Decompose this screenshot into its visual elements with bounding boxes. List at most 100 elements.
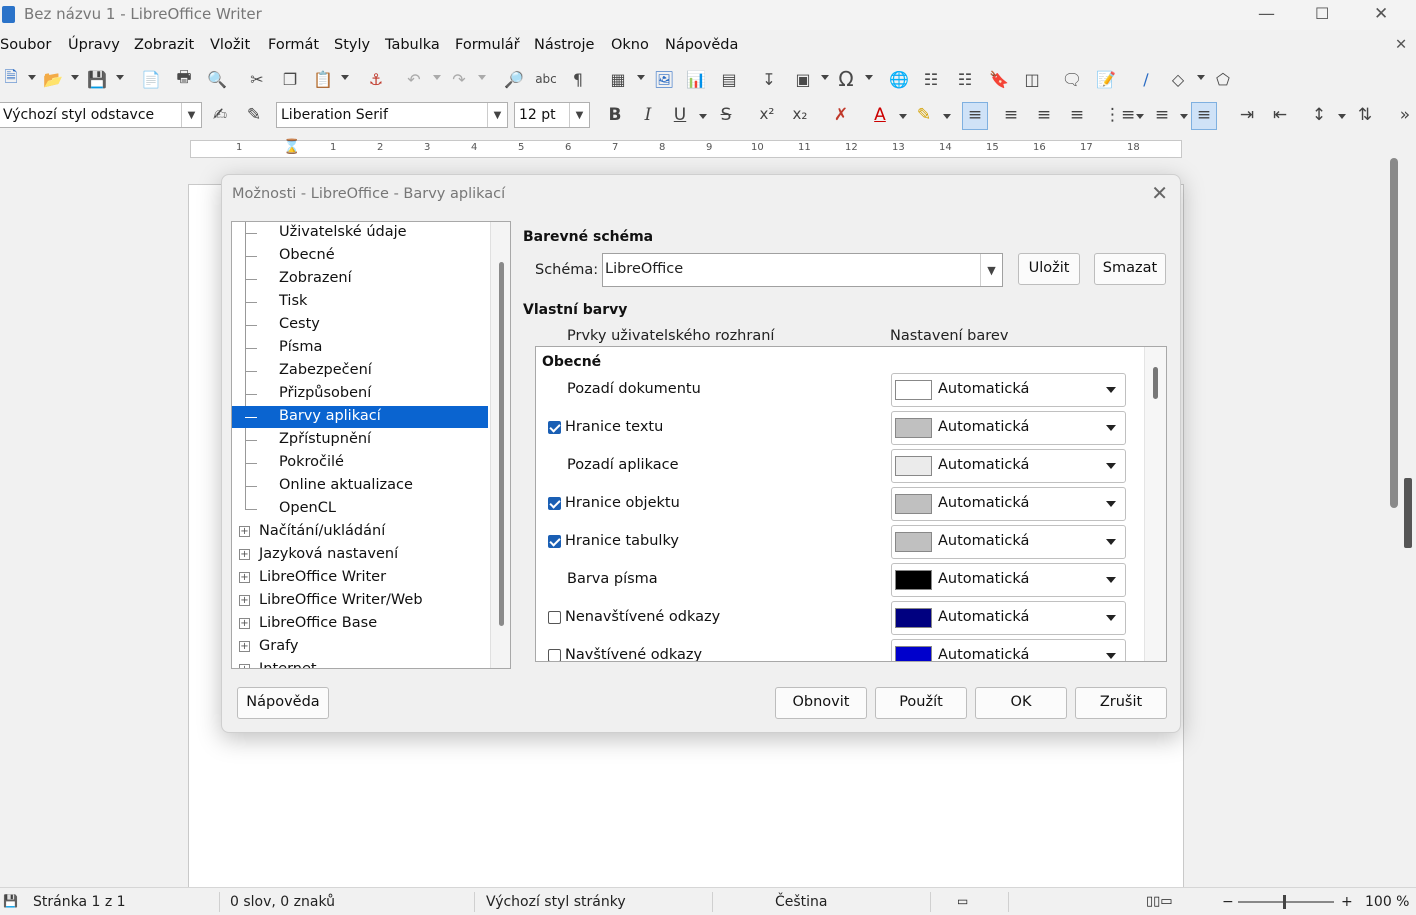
chevron-down-icon[interactable] [1106, 501, 1116, 507]
clear-formatting-icon[interactable]: ✗ [828, 105, 854, 125]
chevron-down-icon[interactable] [1197, 75, 1205, 80]
hyperlink-icon[interactable]: 🌐 [888, 68, 910, 90]
align-left-icon[interactable]: ≡ [962, 102, 988, 130]
draw-functions-icon[interactable]: ⬠ [1212, 68, 1234, 90]
chevron-down-icon[interactable] [1106, 463, 1116, 469]
formatting-marks-icon[interactable]: ¶ [567, 68, 589, 90]
insert-textbox-icon[interactable]: ▤ [718, 68, 740, 90]
save-icon[interactable]: 💾 [86, 68, 108, 90]
chevron-down-icon[interactable] [943, 114, 951, 119]
delete-scheme-button[interactable]: Smazat [1094, 253, 1166, 285]
tree-item[interactable]: Tisk [232, 291, 488, 313]
chevron-down-icon[interactable] [28, 75, 36, 80]
color-dropdown[interactable]: Automatická [891, 639, 1126, 661]
document-modified-icon[interactable]: 💾 [3, 894, 18, 908]
bullet-list-icon[interactable]: ⋮≡ [1104, 105, 1135, 125]
cancel-button[interactable]: Zrušit [1075, 687, 1167, 719]
expand-icon[interactable]: + [239, 595, 250, 606]
zoom-slider[interactable] [1238, 901, 1334, 903]
page-style[interactable]: Výchozí styl stránky [486, 894, 626, 910]
tree-item[interactable]: Zobrazení [232, 268, 488, 290]
chevron-down-icon[interactable] [821, 75, 829, 80]
cross-reference-icon[interactable]: ◫ [1021, 68, 1043, 90]
tree-group[interactable]: + Grafy [232, 636, 488, 658]
paragraph-spacing-icon[interactable]: ⇅ [1352, 105, 1378, 125]
subscript-icon[interactable]: x₂ [787, 105, 813, 123]
italic-button[interactable]: I [635, 105, 661, 125]
visibility-checkbox[interactable] [548, 421, 561, 434]
language[interactable]: Čeština [775, 894, 828, 910]
tree-group[interactable]: + LibreOffice Writer/Web [232, 590, 488, 612]
tree-item[interactable]: Online aktualizace [232, 475, 488, 497]
insert-chart-icon[interactable]: 📊 [685, 68, 707, 90]
menu-styles[interactable]: Styly [334, 37, 370, 53]
expand-icon[interactable]: + [239, 549, 250, 560]
export-pdf-icon[interactable]: 📄 [140, 68, 162, 90]
sidebar-handle[interactable] [1404, 478, 1412, 548]
highlight-color-icon[interactable]: ✎ [911, 105, 937, 125]
visibility-checkbox[interactable] [548, 611, 561, 624]
align-right-icon[interactable]: ≡ [1031, 105, 1057, 125]
zoom-level[interactable]: 100 % [1365, 894, 1409, 910]
endnote-icon[interactable]: ☷ [954, 68, 976, 90]
chevron-down-icon[interactable] [699, 114, 707, 119]
menu-help[interactable]: Nápověda [665, 37, 738, 53]
apply-button[interactable]: Použít [875, 687, 967, 719]
zoom-in-icon[interactable]: + [1341, 894, 1353, 910]
undo-icon[interactable]: ↶ [403, 68, 425, 90]
color-dropdown[interactable]: Automatická [891, 563, 1126, 597]
line-spacing-icon[interactable]: ↕ [1306, 105, 1332, 125]
expand-icon[interactable]: + [239, 618, 250, 629]
chevron-down-icon[interactable] [637, 75, 645, 80]
expand-icon[interactable]: + [239, 526, 250, 537]
font-size-combo[interactable]: 12 pt ▼ [514, 102, 590, 128]
scheme-select[interactable]: LibreOffice ▼ [602, 253, 1003, 287]
expand-icon[interactable]: + [239, 572, 250, 583]
cut-icon[interactable]: ✂ [246, 68, 268, 90]
chevron-down-icon[interactable] [1106, 425, 1116, 431]
tree-item[interactable]: Písma [232, 337, 488, 359]
align-center-icon[interactable]: ≡ [998, 105, 1024, 125]
reset-button[interactable]: Obnovit [775, 687, 867, 719]
tree-item[interactable]: Uživatelské údaje [232, 222, 488, 244]
menu-view[interactable]: Zobrazit [134, 37, 194, 53]
indent-marker-icon[interactable]: ⌛ [283, 139, 300, 155]
view-layout-icon[interactable]: ▯▯▭ [1146, 894, 1173, 909]
tree-item[interactable]: Obecné [232, 245, 488, 267]
chevron-down-icon[interactable] [1106, 577, 1116, 583]
chevron-down-icon[interactable] [1338, 114, 1346, 119]
spelling-icon[interactable]: abc [535, 68, 557, 90]
chevron-down-icon[interactable]: ▼ [487, 103, 507, 127]
basic-shapes-icon[interactable]: ◇ [1167, 68, 1189, 90]
minimize-icon[interactable]: — [1258, 4, 1275, 24]
color-dropdown[interactable]: Automatická [891, 487, 1126, 521]
page-break-icon[interactable]: ↧ [758, 68, 780, 90]
menu-format[interactable]: Formát [268, 37, 319, 53]
page-count[interactable]: Stránka 1 z 1 [33, 894, 126, 910]
tree-item[interactable]: Cesty [232, 314, 488, 336]
insert-image-icon[interactable]: 🖼 [653, 68, 675, 90]
track-changes-icon[interactable]: 📝 [1095, 68, 1117, 90]
menu-tools[interactable]: Nástroje [534, 37, 594, 53]
visibility-checkbox[interactable] [548, 535, 561, 548]
vertical-scrollbar[interactable] [1390, 158, 1398, 508]
open-folder-icon[interactable]: 📂 [42, 68, 64, 90]
save-scheme-button[interactable]: Uložit [1018, 253, 1080, 285]
expand-icon[interactable]: + [239, 664, 250, 668]
menu-file[interactable]: Soubor [0, 37, 51, 53]
print-preview-icon[interactable]: 🔍 [206, 68, 228, 90]
insert-field-icon[interactable]: ▣ [792, 68, 814, 90]
chevron-down-icon[interactable]: ▼ [181, 103, 201, 127]
decrease-indent-icon[interactable]: ⇤ [1267, 105, 1293, 125]
insert-table-icon[interactable]: ▦ [607, 68, 629, 90]
tree-group[interactable]: + LibreOffice Base [232, 613, 488, 635]
visibility-checkbox[interactable] [548, 497, 561, 510]
color-dropdown[interactable]: Automatická [891, 411, 1126, 445]
colors-scrollbar-thumb[interactable] [1153, 367, 1158, 399]
chevron-down-icon[interactable]: ▼ [980, 254, 1002, 286]
word-count[interactable]: 0 slov, 0 znaků [230, 894, 335, 910]
redo-icon[interactable]: ↷ [448, 68, 470, 90]
comment-icon[interactable]: 🗨 [1061, 68, 1083, 90]
font-name-combo[interactable]: Liberation Serif ▼ [276, 102, 508, 128]
color-dropdown[interactable]: Automatická [891, 525, 1126, 559]
